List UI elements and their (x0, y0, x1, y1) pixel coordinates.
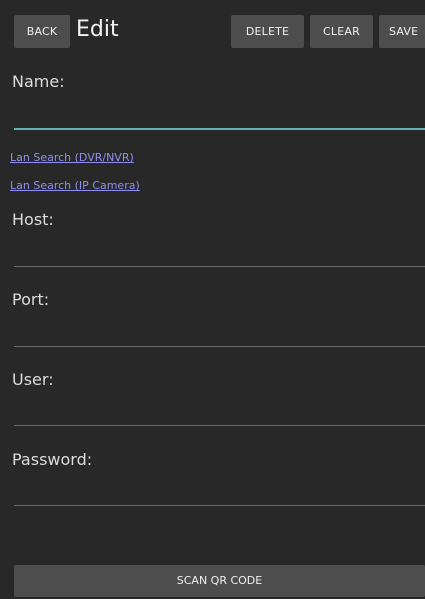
name-input-underline (14, 128, 425, 130)
user-label: User: (12, 370, 54, 389)
name-input[interactable] (14, 97, 425, 127)
lan-search-ip-camera-link[interactable]: Lan Search (IP Camera) (10, 178, 140, 194)
save-button[interactable]: SAVE (379, 15, 425, 48)
port-input-underline (14, 346, 425, 347)
host-input-underline (14, 266, 425, 267)
user-input-underline (14, 425, 425, 426)
lan-search-dvr-link[interactable]: Lan Search (DVR/NVR) (10, 150, 134, 166)
port-label: Port: (12, 290, 50, 309)
name-label: Name: (12, 72, 65, 91)
host-input[interactable] (14, 236, 425, 266)
toolbar: BACK Edit DELETE CLEAR SAVE (0, 0, 425, 56)
scan-qr-code-button[interactable]: SCAN QR CODE (14, 565, 425, 597)
host-label: Host: (12, 210, 54, 229)
page-title: Edit (76, 17, 119, 42)
back-button[interactable]: BACK (14, 15, 70, 48)
clear-button[interactable]: CLEAR (310, 15, 373, 48)
password-input[interactable] (14, 474, 425, 504)
port-input[interactable] (14, 315, 425, 345)
delete-button[interactable]: DELETE (231, 15, 304, 48)
user-input[interactable] (14, 395, 425, 425)
password-input-underline (14, 505, 425, 506)
password-label: Password: (12, 450, 93, 469)
